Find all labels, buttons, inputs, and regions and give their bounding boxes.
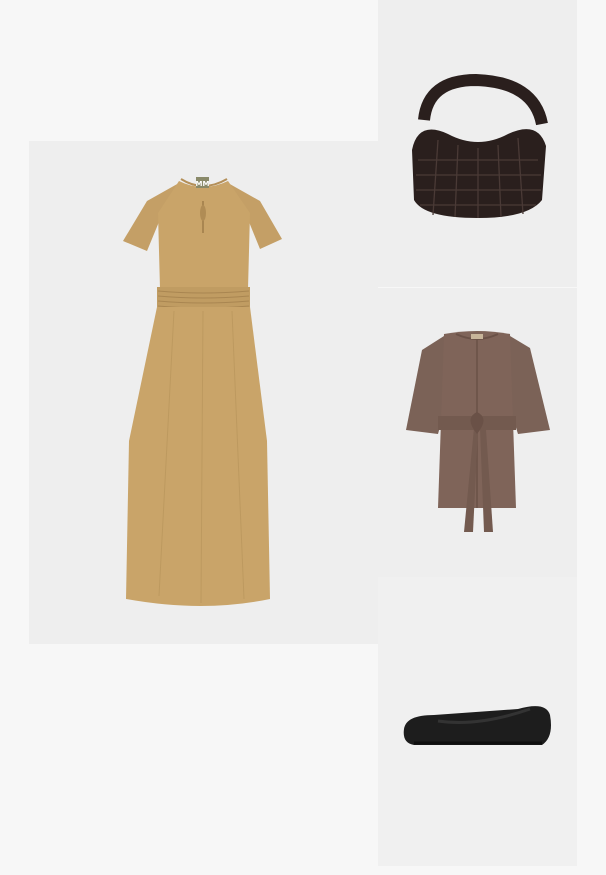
- handbag-product-tile[interactable]: [378, 0, 577, 287]
- shoe-product-tile[interactable]: [378, 577, 577, 866]
- dress-image: MM: [123, 177, 282, 606]
- ballet-flat-image: [403, 706, 551, 745]
- dress-product-tile[interactable]: MM: [29, 141, 378, 644]
- jacket-product-tile[interactable]: [378, 288, 577, 577]
- woven-handbag-image: [412, 73, 548, 218]
- belted-jacket-image: [406, 331, 550, 532]
- dress-label-tag: MM: [196, 180, 210, 188]
